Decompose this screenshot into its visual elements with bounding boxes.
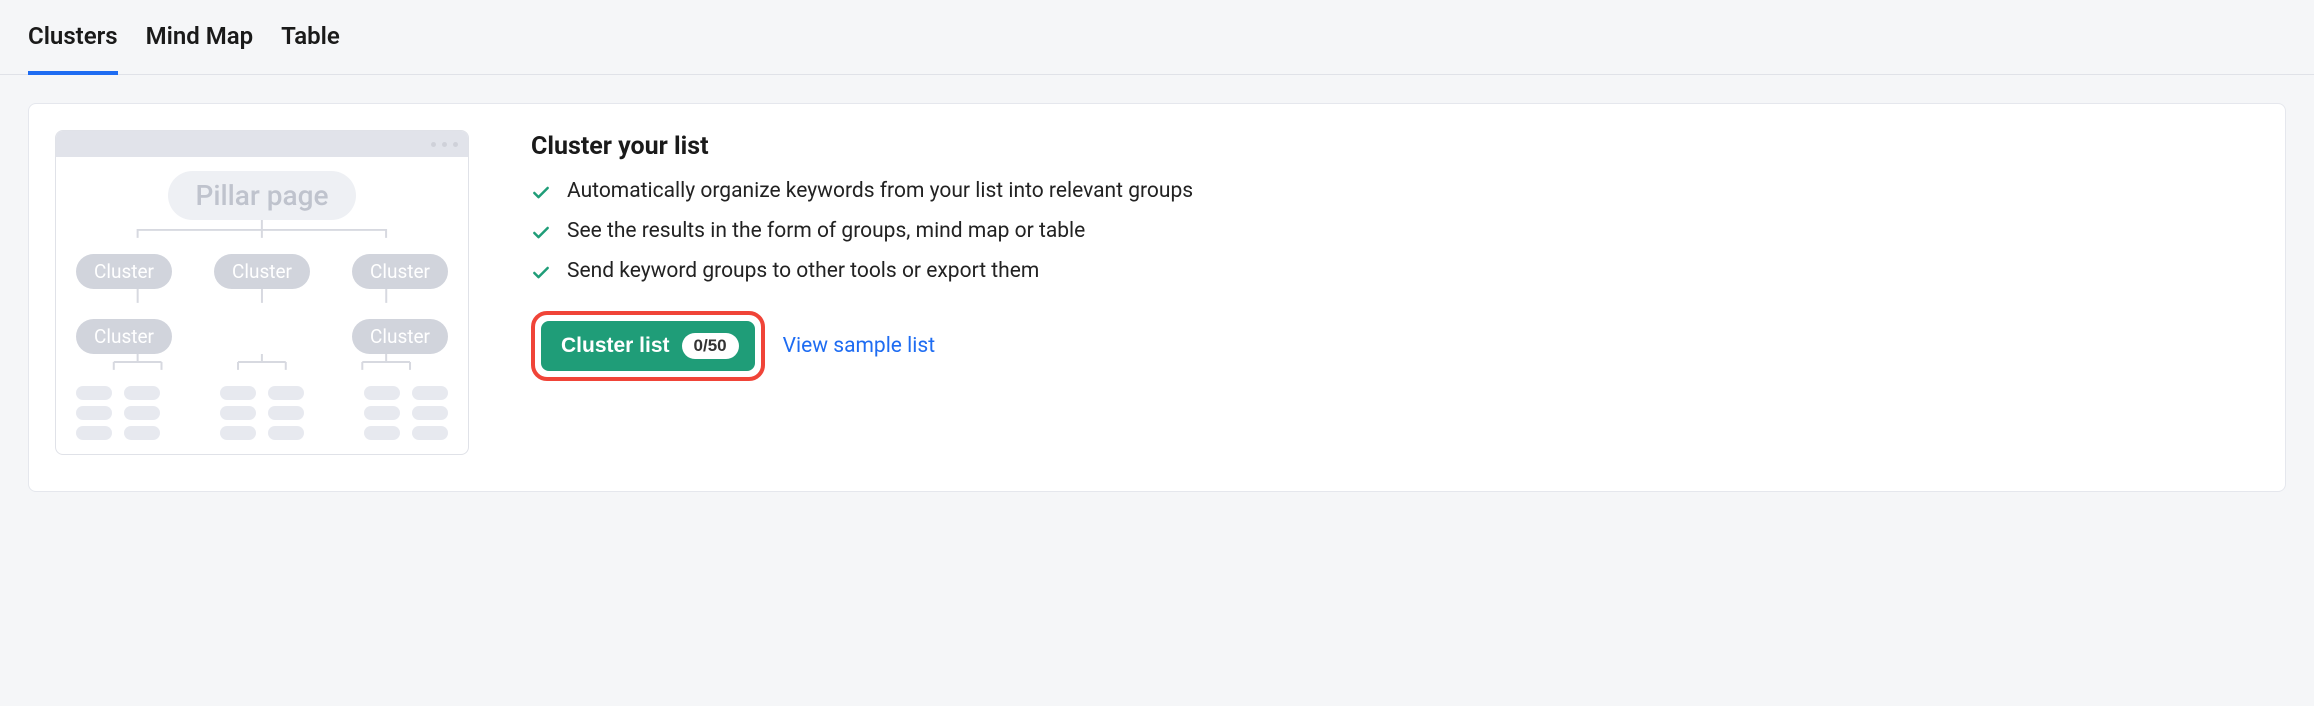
list-item: Automatically organize keywords from you… [531, 179, 2245, 203]
list-item: Send keyword groups to other tools or ex… [531, 259, 2245, 283]
check-icon [531, 223, 551, 243]
illus-cluster-node: Cluster [76, 254, 172, 289]
check-icon [531, 263, 551, 283]
cluster-count-badge: 0/50 [682, 333, 739, 359]
illus-cluster-node: Cluster [352, 254, 448, 289]
cluster-button-label: Cluster list [561, 334, 670, 358]
illus-cluster-node: Cluster [214, 254, 310, 289]
tab-clusters[interactable]: Clusters [28, 22, 118, 74]
bullet-text: See the results in the form of groups, m… [567, 219, 1085, 243]
illus-cluster-node: Cluster [76, 319, 172, 354]
illus-pillar-label: Pillar page [168, 171, 357, 220]
illus-window-bar [56, 131, 468, 157]
cluster-title: Cluster your list [531, 132, 2245, 161]
tab-table[interactable]: Table [281, 22, 340, 74]
cluster-intro-card: Pillar page Cluster Cluster Cluster [28, 103, 2286, 492]
cluster-illustration: Pillar page Cluster Cluster Cluster [55, 130, 469, 455]
bullet-text: Send keyword groups to other tools or ex… [567, 259, 1039, 283]
bullet-text: Automatically organize keywords from you… [567, 179, 1193, 203]
cluster-button-highlight: Cluster list 0/50 [531, 311, 765, 381]
list-item: See the results in the form of groups, m… [531, 219, 2245, 243]
illus-cluster-node: Cluster [352, 319, 448, 354]
view-tabs: Clusters Mind Map Table [0, 0, 2314, 75]
tab-mind-map[interactable]: Mind Map [146, 22, 254, 74]
cluster-list-button[interactable]: Cluster list 0/50 [541, 321, 755, 371]
check-icon [531, 183, 551, 203]
cluster-benefits-list: Automatically organize keywords from you… [531, 179, 2245, 283]
view-sample-link[interactable]: View sample list [783, 334, 935, 358]
